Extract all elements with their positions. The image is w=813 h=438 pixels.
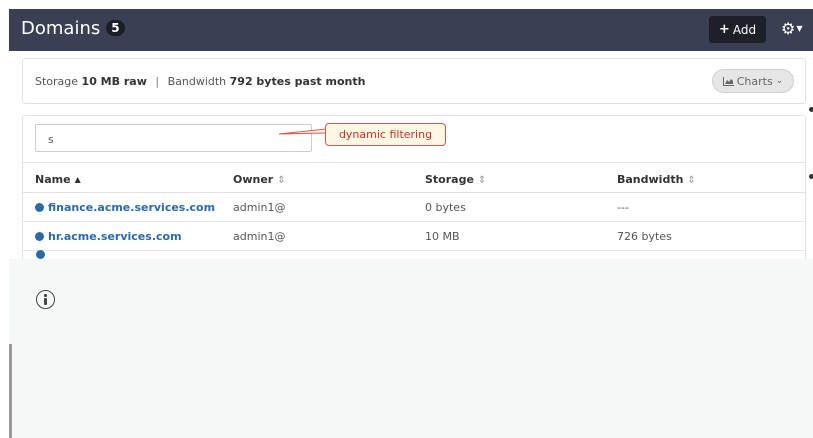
- bandwidth-label: Bandwidth: [167, 75, 227, 88]
- add-button[interactable]: + Add: [709, 16, 766, 43]
- owner-cell: admin1@: [233, 230, 286, 243]
- area-chart-icon: [722, 76, 734, 86]
- owner-cell: admin1@: [233, 201, 286, 214]
- globe-icon: [36, 250, 45, 259]
- column-header-storage-label: Storage: [425, 173, 474, 186]
- column-header-owner-label: Owner: [233, 173, 274, 186]
- page-title-text: Domains: [21, 18, 101, 39]
- caret-down-icon: ▼: [796, 24, 803, 33]
- table-row: finance.acme.services.com admin1@ 0 byte…: [23, 194, 805, 222]
- domain-link[interactable]: finance.acme.services.com: [35, 201, 215, 214]
- domain-name: hr.acme.services.com: [48, 230, 182, 243]
- info-pane: [9, 259, 813, 438]
- sort-icon: ⇕: [277, 175, 286, 186]
- domains-panel: s dynamic filtering Name ▲ Owner ⇕ Storage…: [22, 115, 806, 265]
- table-row: hr.acme.services.com admin1@ 10 MB 726 b…: [23, 223, 805, 251]
- storage-value: 10 MB raw: [81, 75, 147, 88]
- settings-menu-button[interactable]: ⚙▼: [781, 19, 803, 38]
- side-bullet: [809, 174, 813, 179]
- bandwidth-cell: 726 bytes: [617, 230, 672, 243]
- globe-icon: [35, 232, 44, 241]
- callout-arrow: [279, 128, 327, 135]
- table-header: Name ▲ Owner ⇕ Storage ⇕ Bandwidth ⇕: [23, 162, 805, 193]
- column-header-bandwidth-label: Bandwidth: [617, 173, 684, 186]
- globe-icon: [35, 203, 44, 212]
- storage-summary-panel: Storage 10 MB raw | Bandwidth 792 bytes …: [22, 58, 806, 104]
- domain-count-badge: 5: [106, 20, 125, 36]
- column-header-name-label: Name: [35, 173, 71, 186]
- storage-summary: Storage 10 MB raw | Bandwidth 792 bytes …: [35, 75, 365, 88]
- bandwidth-cell: ---: [617, 201, 629, 214]
- sort-icon: ⇕: [687, 175, 696, 186]
- add-button-label: Add: [732, 22, 757, 37]
- page: Domains 5 + Add ⚙▼ Storage 10 MB raw | Ba…: [0, 0, 813, 438]
- chevron-down-icon: ⌄: [775, 76, 784, 86]
- side-bullet: [809, 107, 813, 112]
- plus-icon: +: [718, 22, 730, 37]
- storage-cell: 0 bytes: [425, 201, 466, 214]
- filter-callout: dynamic filtering: [325, 123, 446, 146]
- domain-link[interactable]: hr.acme.services.com: [35, 230, 182, 243]
- gear-icon: ⚙: [781, 19, 796, 38]
- charts-button[interactable]: Charts ⌄: [712, 69, 794, 93]
- sort-ascending-icon: ▲: [74, 175, 81, 184]
- sort-icon: ⇕: [477, 175, 487, 186]
- column-header-name[interactable]: Name ▲: [35, 173, 81, 186]
- bandwidth-value: 792 bytes past month: [229, 75, 366, 88]
- column-header-bandwidth[interactable]: Bandwidth ⇕: [617, 173, 696, 186]
- filter-input[interactable]: s: [35, 124, 312, 152]
- header-bar: Domains 5 + Add ⚙▼: [9, 9, 813, 51]
- storage-separator: |: [155, 75, 160, 88]
- column-header-owner[interactable]: Owner ⇕: [233, 173, 286, 186]
- info-icon[interactable]: [36, 290, 55, 309]
- page-title: Domains 5: [21, 18, 125, 39]
- storage-label: Storage: [35, 75, 79, 88]
- left-rule-divider: [9, 344, 12, 438]
- column-header-storage[interactable]: Storage ⇕: [425, 173, 486, 186]
- charts-button-label: Charts: [736, 74, 773, 88]
- domain-name: finance.acme.services.com: [48, 201, 216, 214]
- storage-cell: 10 MB: [425, 230, 460, 243]
